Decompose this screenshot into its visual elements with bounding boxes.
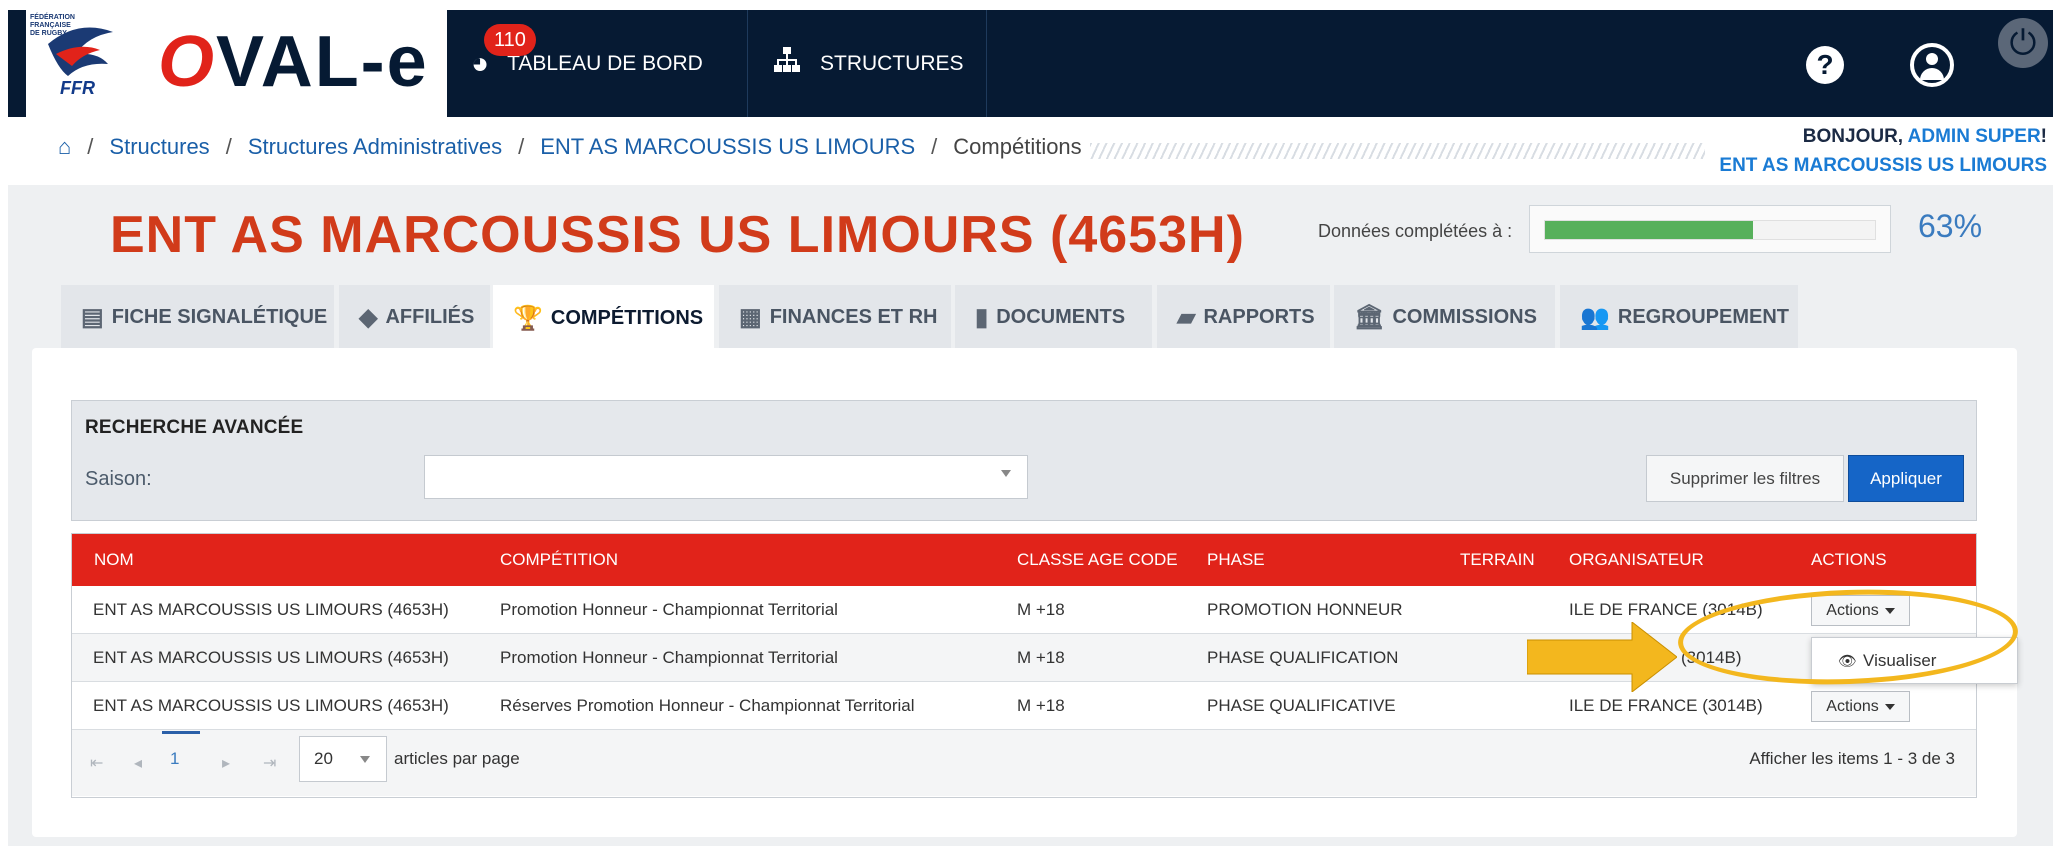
saison-select[interactable] — [424, 455, 1028, 499]
cell-nom: ENT AS MARCOUSSIS US LIMOURS (4653H) — [93, 648, 449, 667]
file-icon: ▤ — [81, 303, 104, 331]
col-competition[interactable]: COMPÉTITION — [500, 534, 618, 586]
completion-progress — [1529, 205, 1891, 253]
tab-regroupement[interactable]: 👥 REGROUPEMENT — [1560, 285, 1798, 349]
cell-competition: Réserves Promotion Honneur - Championnat… — [500, 696, 915, 715]
calculator-icon: ▦ — [739, 303, 762, 331]
chevron-down-icon — [1001, 470, 1011, 477]
nav-structures[interactable]: STRUCTURES — [748, 10, 987, 117]
dashboard-gauge-icon: ◕ — [471, 46, 490, 80]
last-page-icon[interactable]: ⇥ — [263, 753, 276, 773]
nav-dashboard-label: TABLEAU DE BORD — [507, 51, 703, 75]
cell-classe: M +18 — [1017, 696, 1065, 715]
cell-phase: PROMOTION HONNEUR — [1207, 600, 1403, 619]
caret-down-icon — [1884, 703, 1895, 710]
breadcrumb-club[interactable]: ENT AS MARCOUSSIS US LIMOURS — [540, 134, 915, 160]
col-terrain[interactable]: TERRAIN — [1460, 534, 1535, 586]
cell-phase: PHASE QUALIFICATIVE — [1207, 696, 1396, 715]
sitemap-icon — [772, 46, 802, 81]
document-icon: ▮ — [975, 303, 989, 331]
chevron-down-icon — [360, 756, 370, 763]
tab-commissions[interactable]: 🏛 COMMISSIONS — [1334, 285, 1555, 349]
tab-affilies[interactable]: ◆ AFFILIÉS — [339, 285, 490, 349]
tab-competitions[interactable]: 🏆 COMPÉTITIONS — [493, 285, 714, 351]
cell-phase: PHASE QUALIFICATION — [1207, 648, 1399, 667]
breadcrumb: ⌂ / Structures / Structures Administrati… — [58, 134, 1082, 160]
col-actions: ACTIONS — [1811, 550, 1887, 569]
breadcrumb-current: Compétitions — [953, 134, 1082, 159]
tag-icon: ◆ — [359, 303, 378, 331]
tab-fiche-signaletique[interactable]: ▤ FICHE SIGNALÉTIQUE — [61, 285, 334, 349]
tab-documents[interactable]: ▮ DOCUMENTS — [955, 285, 1152, 349]
annotation-arrow — [1527, 622, 1677, 692]
completion-progress-fill — [1545, 221, 1753, 239]
greeting-structure[interactable]: ENT AS MARCOUSSIS US LIMOURS — [1719, 151, 2047, 180]
pager-active-indicator — [162, 731, 200, 734]
notification-badge[interactable]: 110 — [484, 24, 536, 56]
next-page-icon[interactable]: ▸ — [222, 753, 230, 773]
breadcrumb-structures[interactable]: Structures — [109, 134, 209, 160]
cell-competition: Promotion Honneur - Championnat Territor… — [500, 648, 838, 667]
book-icon: ▰ — [1177, 303, 1196, 331]
per-page-label: articles par page — [394, 749, 520, 768]
breadcrumb-structures-admin[interactable]: Structures Administratives — [248, 134, 502, 160]
col-organisateur[interactable]: ORGANISATEUR — [1569, 534, 1704, 586]
per-page-select[interactable]: 20 — [299, 736, 387, 782]
completion-percent: 63% — [1918, 208, 1983, 244]
clear-filters-button[interactable]: Supprimer les filtres — [1646, 455, 1844, 502]
home-icon[interactable]: ⌂ — [58, 134, 71, 160]
nav-structures-label: STRUCTURES — [820, 51, 964, 75]
ffr-text: FFR — [60, 78, 95, 98]
col-phase[interactable]: PHASE — [1207, 534, 1265, 586]
prev-page-icon[interactable]: ◂ — [134, 753, 142, 773]
advanced-search-title: RECHERCHE AVANCÉE — [85, 417, 304, 438]
greeting: BONJOUR, ADMIN SUPER! ENT AS MARCOUSSIS … — [1719, 122, 2047, 180]
trophy-icon: 🏆 — [513, 304, 543, 332]
greeting-user[interactable]: ADMIN SUPER — [1908, 126, 2041, 147]
cell-classe: M +18 — [1017, 648, 1065, 667]
first-page-icon[interactable]: ⇤ — [90, 753, 103, 773]
power-icon[interactable]: ⏻ — [1998, 18, 2048, 68]
col-nom[interactable]: NOM — [94, 534, 134, 586]
current-page[interactable]: 1 — [170, 749, 179, 769]
page-title: ENT AS MARCOUSSIS US LIMOURS (4653H) — [110, 206, 1245, 264]
cell-classe: M +18 — [1017, 600, 1065, 619]
cell-nom: ENT AS MARCOUSSIS US LIMOURS (4653H) — [93, 696, 449, 715]
users-icon: 👥 — [1580, 303, 1610, 331]
institution-icon: 🏛 — [1354, 303, 1385, 331]
col-classe-age[interactable]: CLASSE AGE CODE — [1017, 534, 1178, 586]
apply-button[interactable]: Appliquer — [1848, 455, 1964, 502]
completion-label: Données complétées à : — [1318, 221, 1513, 241]
items-info: Afficher les items 1 - 3 de 3 — [1749, 749, 1955, 768]
cell-competition: Promotion Honneur - Championnat Territor… — [500, 600, 838, 619]
oval-e-logo[interactable]: OVAL-e — [158, 22, 429, 102]
breadcrumb-hatch — [1090, 143, 1705, 159]
tab-rapports[interactable]: ▰ RAPPORTS — [1157, 285, 1330, 349]
cell-nom: ENT AS MARCOUSSIS US LIMOURS (4653H) — [93, 600, 449, 619]
help-icon[interactable]: ? — [1806, 46, 1844, 84]
saison-label: Saison: — [85, 468, 152, 490]
tab-finances-rh[interactable]: ▦ FINANCES ET RH — [719, 285, 951, 349]
federation-small-text: FÉDÉRATION FRANÇAISE DE RUGBY — [30, 14, 75, 37]
actions-button[interactable]: Actions — [1811, 691, 1910, 722]
user-icon[interactable] — [1910, 43, 1954, 87]
